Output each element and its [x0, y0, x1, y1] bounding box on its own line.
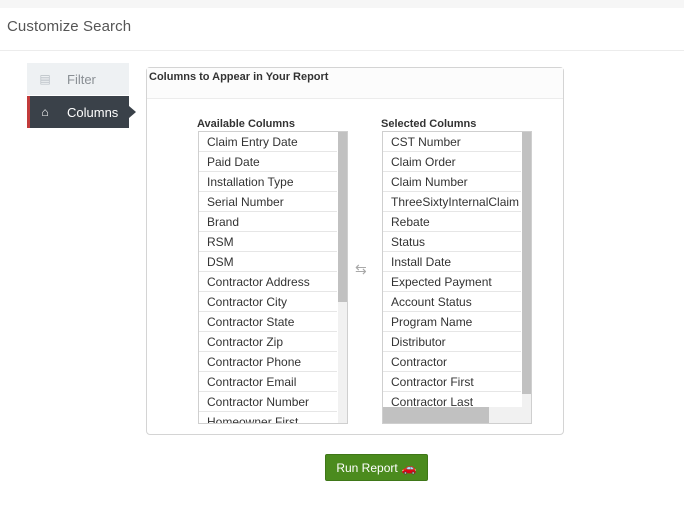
selected-columns-heading: Selected Columns	[381, 118, 477, 130]
filter-icon: ▤	[39, 72, 51, 86]
list-item[interactable]: Claim Order	[383, 152, 521, 172]
list-item[interactable]: ThreeSixtyInternalClaim	[383, 192, 521, 212]
list-item[interactable]: Contractor City	[199, 292, 337, 312]
available-columns-list[interactable]: Claim Entry Date Paid Date Installation Ty…	[198, 131, 348, 424]
list-item[interactable]: Contractor Email	[199, 372, 337, 392]
list-item[interactable]: Contractor First	[383, 372, 521, 392]
selected-horizontal-scrollbar[interactable]	[383, 407, 531, 423]
list-item[interactable]: Homeowner First	[199, 412, 337, 423]
selected-columns-list[interactable]: CST Number Claim Order Claim Number ThreeSi…	[382, 131, 532, 424]
selected-scrollbar[interactable]	[522, 132, 531, 409]
list-item[interactable]: Expected Payment	[383, 272, 521, 292]
list-item[interactable]: Account Status	[383, 292, 521, 312]
list-item[interactable]: Claim Entry Date	[199, 132, 337, 152]
title-divider	[0, 50, 684, 51]
list-item[interactable]: Status	[383, 232, 521, 252]
list-item[interactable]: DSM	[199, 252, 337, 272]
tab-filter-label: Filter	[67, 71, 96, 87]
tab-columns[interactable]: ⌂ Columns	[27, 96, 136, 128]
available-scrollbar[interactable]	[338, 132, 347, 423]
list-item[interactable]: Installation Type	[199, 172, 337, 192]
tab-filter[interactable]: ▤ Filter	[27, 63, 129, 95]
list-item[interactable]: Contractor Address	[199, 272, 337, 292]
list-item[interactable]: Rebate	[383, 212, 521, 232]
list-item[interactable]: Paid Date	[199, 152, 337, 172]
list-item[interactable]: Program Name	[383, 312, 521, 332]
car-icon: 🚗	[401, 460, 417, 475]
list-item[interactable]: CST Number	[383, 132, 521, 152]
list-item[interactable]: RSM	[199, 232, 337, 252]
page-title: Customize Search	[7, 18, 132, 35]
list-item[interactable]: Claim Number	[383, 172, 521, 192]
list-item[interactable]: Install Date	[383, 252, 521, 272]
list-item[interactable]: Distributor	[383, 332, 521, 352]
swap-arrows-icon[interactable]: ⇆	[355, 261, 367, 278]
list-item[interactable]: Contractor Number	[199, 392, 337, 412]
list-item[interactable]: Contractor Zip	[199, 332, 337, 352]
top-bar	[0, 0, 684, 8]
tab-columns-label: Columns	[67, 104, 119, 120]
list-item[interactable]: Contractor State	[199, 312, 337, 332]
run-report-button[interactable]: Run Report 🚗	[325, 454, 428, 481]
panel-title: Columns to Appear in Your Report	[147, 68, 563, 99]
run-report-label: Run Report	[336, 460, 398, 475]
list-item[interactable]: Contractor	[383, 352, 521, 372]
selected-hscroll-thumb[interactable]	[383, 407, 489, 423]
list-item[interactable]: Contractor Phone	[199, 352, 337, 372]
available-scroll-thumb[interactable]	[338, 132, 347, 302]
home-icon: ⌂	[41, 105, 49, 119]
list-item[interactable]: Brand	[199, 212, 337, 232]
available-columns-heading: Available Columns	[197, 118, 296, 130]
selected-scroll-thumb[interactable]	[522, 132, 531, 394]
list-item[interactable]: Serial Number	[199, 192, 337, 212]
